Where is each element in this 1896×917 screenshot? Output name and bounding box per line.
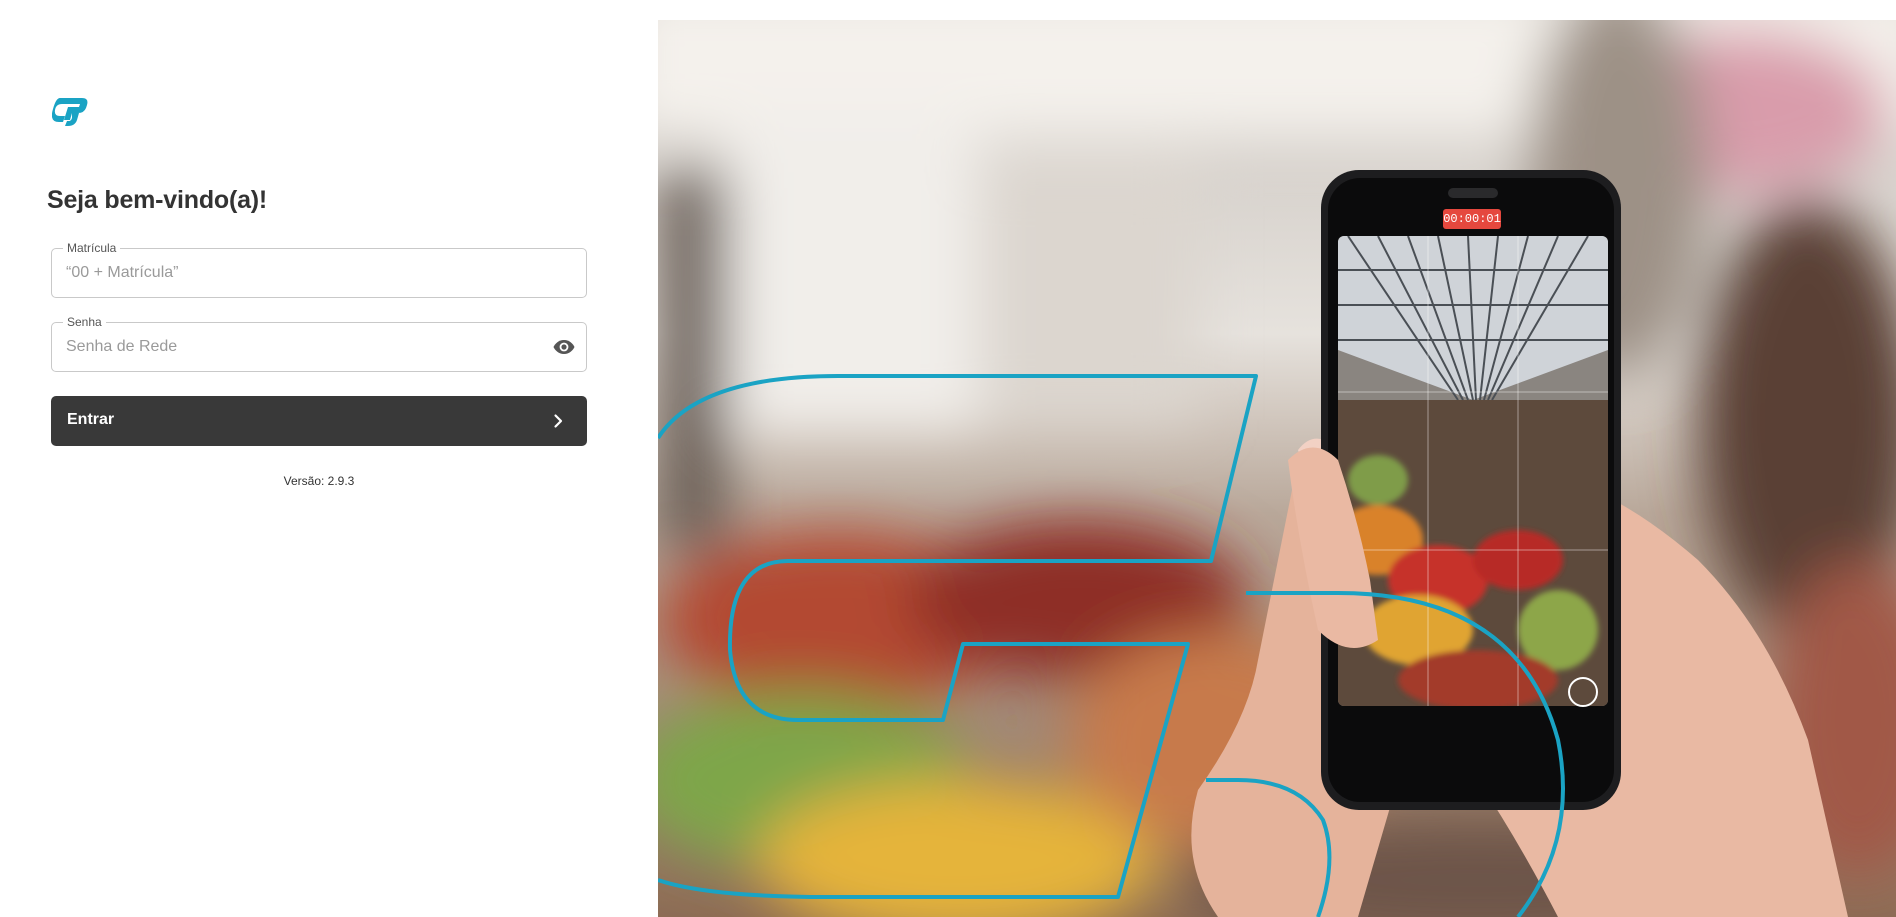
version-text: Versão: 2.9.3 bbox=[283, 474, 355, 488]
senha-field[interactable]: Senha bbox=[51, 315, 587, 372]
entrar-button[interactable]: Entrar bbox=[51, 396, 587, 446]
matricula-field[interactable]: Matrícula bbox=[51, 241, 587, 298]
recording-timer: 00:00:01 bbox=[1443, 209, 1501, 229]
page-title: Seja bem-vindo(a)! bbox=[47, 186, 268, 214]
brand-logo-icon bbox=[51, 94, 90, 130]
matricula-input[interactable] bbox=[64, 249, 544, 297]
chevron-right-icon bbox=[549, 412, 567, 430]
entrar-button-label: Entrar bbox=[67, 411, 115, 428]
phone-illustration bbox=[1321, 170, 1621, 810]
hero-image: 00:00:01 bbox=[658, 20, 1896, 917]
hero-illustration bbox=[658, 20, 1896, 917]
login-page: Seja bem-vindo(a)! Matrícula Senha Entra… bbox=[0, 0, 1896, 917]
login-panel: Seja bem-vindo(a)! Matrícula Senha Entra… bbox=[0, 0, 658, 917]
senha-input[interactable] bbox=[64, 323, 544, 371]
eye-icon[interactable] bbox=[552, 336, 576, 358]
